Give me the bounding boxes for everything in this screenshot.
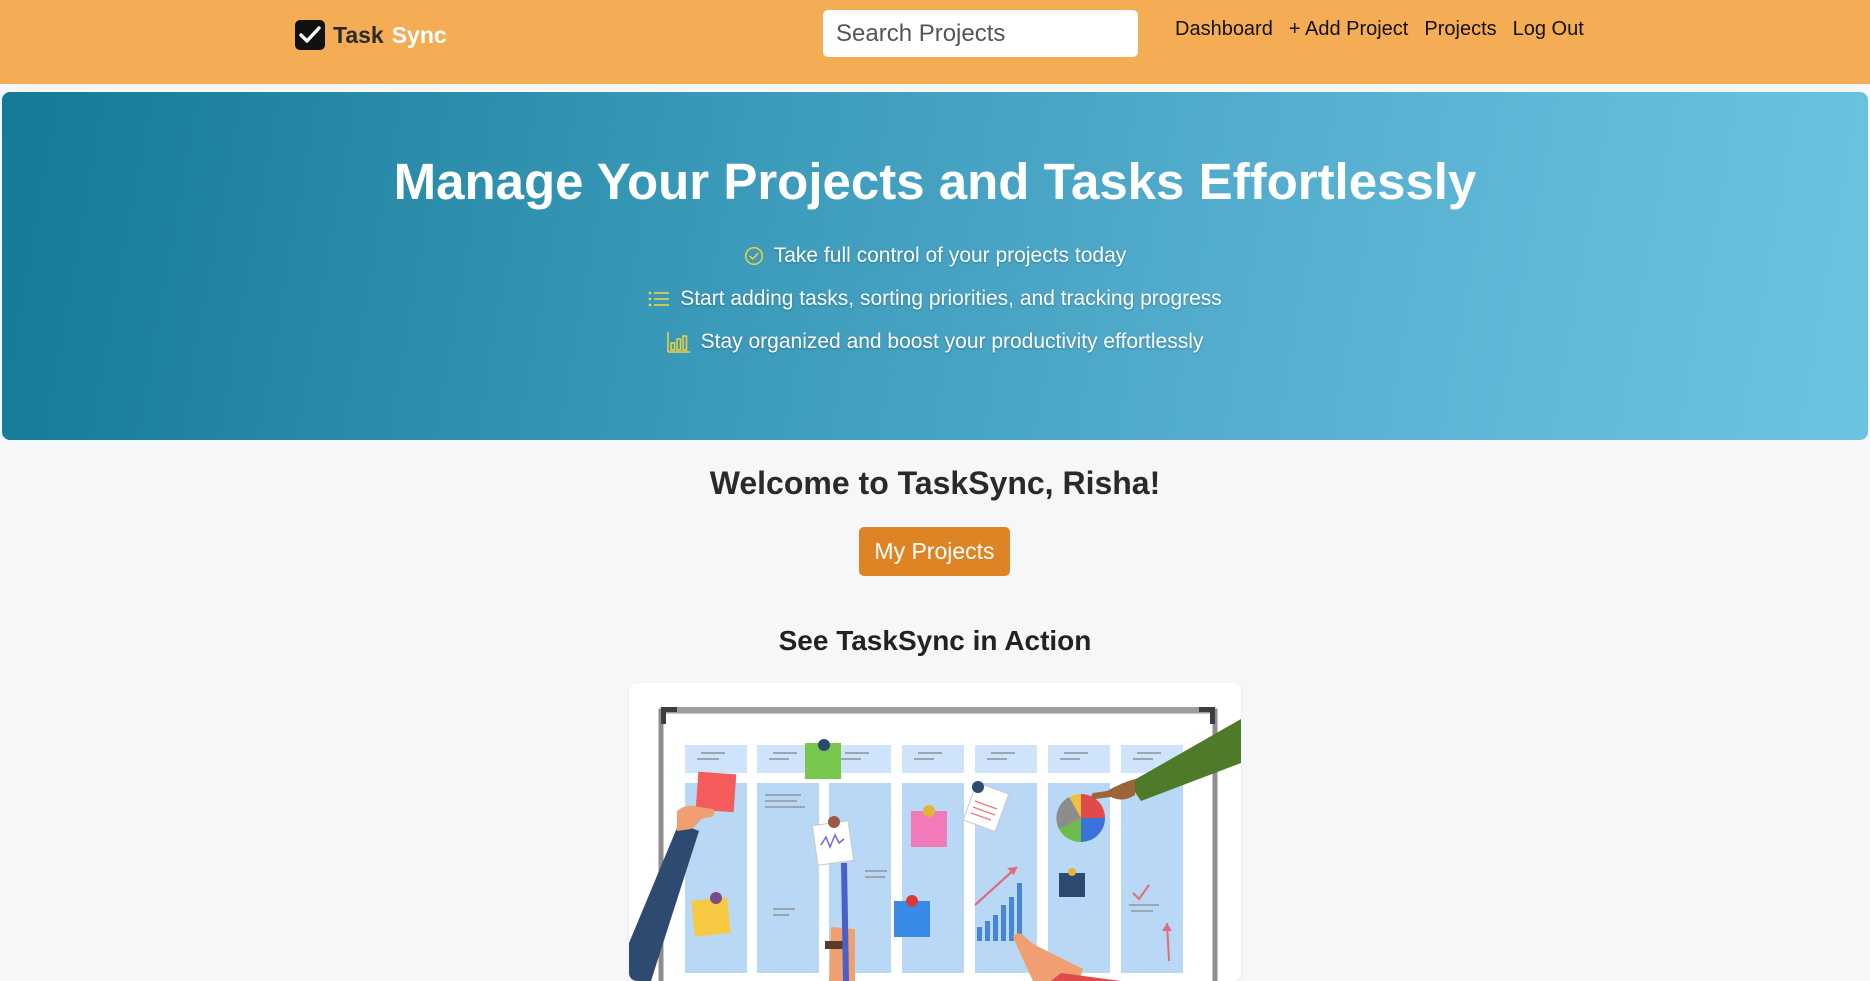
nav-dashboard-link[interactable]: Dashboard	[1175, 18, 1273, 46]
nav-projects-link[interactable]: Projects	[1424, 18, 1496, 46]
hero-feature-text: Take full control of your projects today	[773, 244, 1127, 267]
nav-links: Dashboard + Add Project Projects Log Out	[1175, 18, 1584, 46]
hero-feature-2: Start adding tasks, sorting priorities, …	[2, 287, 1868, 311]
brand-name-task: Task	[333, 21, 384, 48]
hero-title: Manage Your Projects and Tasks Effortles…	[393, 153, 1477, 210]
navbar: Task Sync Dashboard + Add Project Project…	[0, 0, 1870, 84]
brand-name-sync: Sync	[391, 21, 447, 48]
brand-logo[interactable]: Task Sync	[295, 19, 447, 51]
bar-chart-icon	[666, 331, 691, 353]
nav-add-project-link[interactable]: + Add Project	[1289, 18, 1409, 46]
list-icon	[648, 290, 670, 308]
kanban-board-illustration	[629, 707, 1241, 981]
hero-feature-3: Stay organized and boost your productivi…	[2, 330, 1868, 354]
hero-feature-1: Take full control of your projects today	[2, 244, 1868, 268]
check-circle-icon	[744, 246, 764, 266]
search-input[interactable]	[823, 10, 1138, 57]
nav-logout-link[interactable]: Log Out	[1513, 18, 1584, 46]
hero-feature-text: Start adding tasks, sorting priorities, …	[680, 287, 1222, 310]
checkbox-icon	[295, 20, 325, 50]
kanban-illustration	[629, 683, 1241, 981]
section-title: See TaskSync in Action	[778, 625, 1092, 656]
search-bar	[823, 10, 1138, 57]
my-projects-button[interactable]: My Projects	[859, 527, 1010, 576]
hero-feature-text: Stay organized and boost your productivi…	[700, 330, 1204, 353]
welcome-heading: Welcome to TaskSync, Risha!	[709, 465, 1161, 501]
hero-banner: Manage Your Projects and Tasks Effortles…	[2, 92, 1868, 440]
